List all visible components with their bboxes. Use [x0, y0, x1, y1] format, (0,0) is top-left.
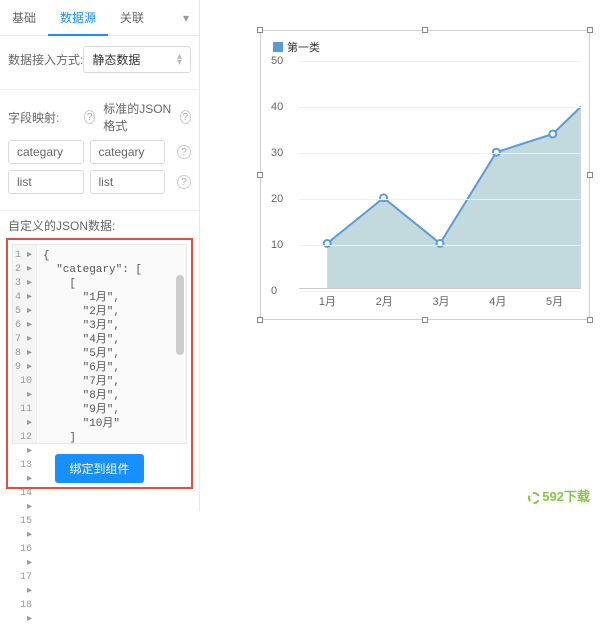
- resize-handle[interactable]: [587, 317, 593, 323]
- y-tick: 0: [271, 285, 277, 297]
- access-value: 静态数据: [92, 51, 140, 68]
- x-axis: [299, 288, 581, 289]
- access-section: 数据接入方式: 静态数据 ▴▾: [0, 36, 199, 90]
- resize-handle[interactable]: [422, 317, 428, 323]
- std-json-label: 标准的JSON格式: [103, 100, 174, 134]
- editor-gutter: 1 ▸2 ▸3 ▸4 ▸5 ▸6 ▸7 ▸8 ▸9 ▸10 ▸11 ▸12 ▸1…: [13, 245, 37, 443]
- chart-component[interactable]: 第一类 010203040501月2月3月4月5月: [260, 30, 590, 320]
- resize-handle[interactable]: [257, 317, 263, 323]
- scrollbar[interactable]: [176, 275, 184, 355]
- y-tick: 50: [271, 55, 283, 67]
- y-tick: 20: [271, 193, 283, 205]
- tab-basic[interactable]: 基础: [0, 0, 48, 36]
- access-select[interactable]: 静态数据 ▴▾: [83, 46, 191, 73]
- field-categary-1[interactable]: categary: [8, 140, 84, 164]
- bind-button[interactable]: 绑定到组件: [55, 454, 143, 483]
- tab-datasource[interactable]: 数据源: [48, 0, 108, 36]
- field-list-2[interactable]: list: [90, 170, 166, 194]
- mapping-section: 字段映射: ? 标准的JSON格式 ? categary categary ? …: [0, 90, 199, 211]
- chart-legend: 第一类: [273, 39, 320, 55]
- tab-relation[interactable]: 关联: [108, 0, 156, 36]
- mapping-label: 字段映射:: [8, 109, 78, 126]
- tabs: 基础 数据源 关联 ▾: [0, 0, 199, 36]
- watermark-icon: [528, 492, 540, 504]
- help-icon[interactable]: ?: [177, 175, 191, 189]
- chart-plot-area: 010203040501月2月3月4月5月: [299, 61, 581, 289]
- json-editor[interactable]: 1 ▸2 ▸3 ▸4 ▸5 ▸6 ▸7 ▸8 ▸9 ▸10 ▸11 ▸12 ▸1…: [12, 244, 187, 444]
- custom-json-label: 自定义的JSON数据:: [8, 217, 199, 234]
- resize-handle[interactable]: [587, 27, 593, 33]
- x-tick: 3月: [432, 293, 449, 309]
- help-icon[interactable]: ?: [84, 110, 95, 124]
- tab-dropdown-icon[interactable]: ▾: [173, 11, 199, 25]
- json-highlight-box: 1 ▸2 ▸3 ▸4 ▸5 ▸6 ▸7 ▸8 ▸9 ▸10 ▸11 ▸12 ▸1…: [6, 238, 193, 489]
- x-tick: 2月: [376, 293, 393, 309]
- legend-label: 第一类: [287, 39, 320, 55]
- field-list-1[interactable]: list: [8, 170, 84, 194]
- legend-swatch-icon: [273, 42, 283, 52]
- resize-handle[interactable]: [257, 27, 263, 33]
- help-icon[interactable]: ?: [180, 110, 191, 124]
- canvas: 第一类 010203040501月2月3月4月5月: [200, 0, 600, 511]
- editor-content[interactable]: { "categary": [ [ "1月", "2月", "3月", "4月"…: [37, 245, 186, 443]
- y-tick: 40: [271, 101, 283, 113]
- x-tick: 1月: [319, 293, 336, 309]
- x-tick: 5月: [546, 293, 563, 309]
- config-panel: 基础 数据源 关联 ▾ 数据接入方式: 静态数据 ▴▾ 字段映射: ? 标准的J…: [0, 0, 200, 511]
- field-categary-2[interactable]: categary: [90, 140, 166, 164]
- select-spinner-icon: ▴▾: [177, 54, 182, 66]
- resize-handle[interactable]: [257, 172, 263, 178]
- x-tick: 4月: [489, 293, 506, 309]
- chart-svg: [299, 61, 581, 289]
- resize-handle[interactable]: [422, 27, 428, 33]
- y-tick: 30: [271, 147, 283, 159]
- y-tick: 10: [271, 239, 283, 251]
- resize-handle[interactable]: [587, 172, 593, 178]
- access-label: 数据接入方式:: [8, 51, 83, 68]
- watermark: 592下载: [528, 486, 590, 505]
- help-icon[interactable]: ?: [177, 145, 191, 159]
